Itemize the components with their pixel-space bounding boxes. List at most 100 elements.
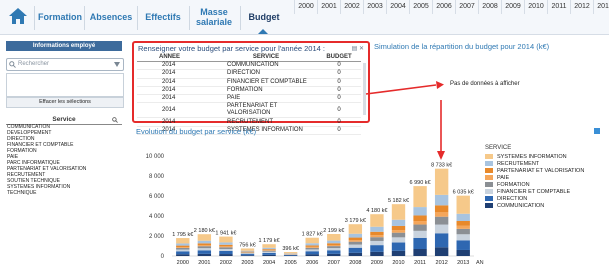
- bar-segment: [305, 237, 319, 244]
- year-2008[interactable]: 2008: [478, 0, 501, 14]
- selection-box: [6, 73, 124, 97]
- bar-segment: [176, 243, 190, 246]
- legend-swatch: [485, 154, 493, 159]
- y-tick-label: 4 000: [149, 214, 165, 220]
- year-2005[interactable]: 2005: [409, 0, 432, 14]
- tab-effectifs[interactable]: Effectifs: [139, 0, 187, 34]
- legend-label: SYSTEMES INFORMATION: [497, 153, 567, 160]
- bar-segment: [240, 255, 255, 256]
- home-icon[interactable]: [8, 7, 28, 25]
- budget-cell[interactable]: 0: [317, 61, 361, 71]
- bar-segment: [262, 250, 276, 252]
- tab-masse-salariale[interactable]: Masse salariale: [191, 0, 237, 34]
- legend-swatch: [485, 161, 493, 166]
- table-scrollbar[interactable]: [363, 63, 366, 115]
- year-2004[interactable]: 2004: [386, 0, 409, 14]
- data-label: 4 180 k€: [366, 208, 387, 214]
- bar-segment: [176, 251, 190, 255]
- budget-cell[interactable]: 0: [317, 102, 361, 119]
- search-input[interactable]: Rechercher: [6, 58, 124, 71]
- bar-segment: [262, 244, 276, 248]
- legend-swatch: [485, 203, 493, 208]
- bar-segment: [370, 251, 384, 256]
- legend-item[interactable]: SYSTEMES INFORMATION: [485, 153, 584, 160]
- legend-label: FORMATION: [497, 181, 530, 188]
- budget-cell[interactable]: 0: [317, 69, 361, 79]
- legend-item[interactable]: PAIE: [485, 174, 584, 181]
- tab-absences[interactable]: Absences: [86, 0, 136, 34]
- year-cell: 2014: [137, 86, 215, 96]
- data-label: 756 k€: [239, 242, 256, 248]
- y-tick-label: 0: [161, 254, 165, 260]
- budget-cell[interactable]: 0: [317, 94, 361, 104]
- clear-selections-button[interactable]: Effacer les sélections: [6, 97, 124, 108]
- bar-segment: [262, 252, 276, 255]
- bar-segment: [434, 205, 449, 213]
- bar-segment: [176, 245, 190, 248]
- bar-segment: [391, 237, 406, 243]
- year-2009[interactable]: 2009: [501, 0, 524, 14]
- budget-cell[interactable]: 0: [317, 117, 361, 127]
- year-2007[interactable]: 2007: [455, 0, 478, 14]
- bar-segment: [219, 250, 233, 255]
- service-item[interactable]: TECHNIQUE: [7, 190, 119, 196]
- arrow-head: [436, 81, 444, 89]
- legend-swatch: [485, 196, 493, 201]
- top-nav: Formation Absences Effectifs Masse salar…: [0, 0, 609, 35]
- legend-item[interactable]: DIRECTION: [485, 195, 584, 202]
- year-2011[interactable]: 2011: [547, 0, 570, 14]
- bar-segment: [413, 215, 427, 222]
- bar-segment: [370, 214, 384, 227]
- close-icon[interactable]: ✕: [359, 46, 364, 52]
- simulation-title: Simulation de la répartition du budget p…: [374, 42, 550, 51]
- legend-item[interactable]: FORMATION: [485, 181, 584, 188]
- legend-item[interactable]: FINANCIER ET COMPTABLE: [485, 188, 584, 195]
- bar-segment: [219, 254, 233, 256]
- bar-segment: [434, 224, 449, 234]
- bar-segment: [240, 253, 255, 255]
- table-row: 2014 FINANCIER ET COMPTABLE 0: [137, 78, 361, 87]
- legend-label: PAIE: [497, 174, 510, 181]
- year-cell: 2014: [137, 69, 215, 79]
- year-2000[interactable]: 2000: [294, 0, 317, 14]
- search-icon[interactable]: [112, 117, 118, 123]
- legend-item[interactable]: COMMUNICATION: [485, 202, 584, 209]
- year-2012[interactable]: 2012: [570, 0, 593, 14]
- data-label: 1 179 k€: [259, 238, 280, 244]
- bar-segment: [197, 250, 212, 254]
- year-2003[interactable]: 2003: [363, 0, 386, 14]
- legend-item[interactable]: RECRUTEMENT: [485, 160, 584, 167]
- year-2002[interactable]: 2002: [340, 0, 363, 14]
- table-icon[interactable]: ▤: [352, 46, 358, 52]
- tab-divider: [84, 6, 85, 30]
- chart-menu-icon[interactable]: [594, 128, 600, 134]
- year-2001[interactable]: 2001: [317, 0, 340, 14]
- bar-segment: [456, 234, 470, 241]
- year-2006[interactable]: 2006: [432, 0, 455, 14]
- budget-cell[interactable]: 0: [317, 86, 361, 96]
- column-header[interactable]: BUDGET: [317, 53, 361, 62]
- bar-segment: [176, 249, 190, 252]
- year-selector: 2000 2001 2002 2003 2004 2005 2006 2007 …: [294, 0, 609, 14]
- column-header[interactable]: ANNEE: [137, 53, 215, 62]
- bar-segment: [348, 233, 363, 238]
- bar-segment: [305, 243, 319, 246]
- tab-formation[interactable]: Formation: [36, 0, 84, 34]
- bar-segment: [456, 220, 470, 226]
- bar-segment: [456, 249, 470, 256]
- bar-segment: [413, 230, 427, 238]
- budget-cell[interactable]: 0: [317, 78, 361, 87]
- legend-item[interactable]: PARTENARIAT ET VALORISATION: [485, 167, 584, 174]
- bar-segment: [456, 225, 470, 229]
- budget-cell[interactable]: 0: [317, 126, 361, 136]
- year-cell: 2014: [137, 102, 215, 119]
- bar-segment: [391, 225, 406, 231]
- bar-segment: [327, 246, 341, 249]
- bar-segment: [391, 204, 406, 220]
- bar-segment: [391, 232, 406, 238]
- year-2013[interactable]: 2013: [593, 0, 609, 14]
- year-2010[interactable]: 2010: [524, 0, 547, 14]
- column-header[interactable]: SERVICE: [215, 53, 317, 62]
- bar-segment: [176, 254, 190, 256]
- bar-segment: [434, 212, 449, 217]
